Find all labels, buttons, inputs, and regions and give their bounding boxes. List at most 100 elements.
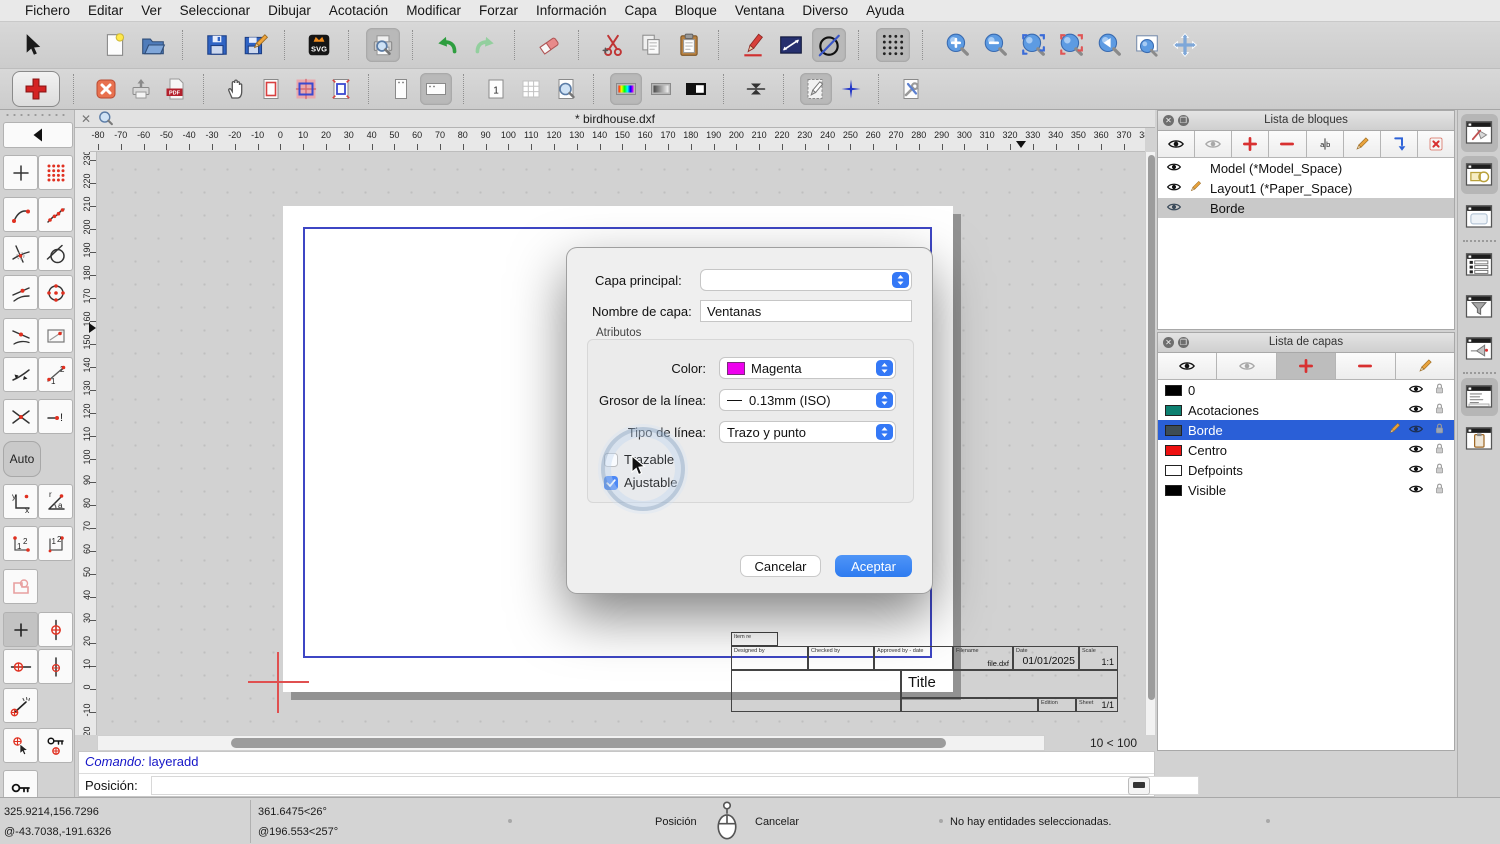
parent-layer-select[interactable]: [700, 269, 912, 291]
intersect-manual-button[interactable]: !: [38, 399, 73, 434]
page-landscape-button[interactable]: [420, 73, 452, 105]
zero-free-button[interactable]: [3, 612, 38, 647]
menu-dibujar[interactable]: Dibujar: [259, 3, 320, 18]
menu-información[interactable]: Información: [527, 3, 616, 18]
color-select[interactable]: Magenta: [719, 357, 896, 379]
eye-tool[interactable]: [1158, 131, 1196, 157]
horizontal-scrollbar-thumb[interactable]: [231, 738, 946, 748]
snap-tangent-button[interactable]: [38, 236, 73, 271]
zoom-in-button[interactable]: [940, 28, 974, 62]
plus-red-tool[interactable]: [1232, 131, 1270, 157]
abs-12-button[interactable]: 12: [38, 526, 73, 561]
add-plus-large-button[interactable]: [12, 71, 60, 107]
layer-panel-float-icon[interactable]: ❐: [1178, 336, 1189, 348]
select-shape-button[interactable]: [3, 569, 38, 604]
pan-button[interactable]: [1168, 28, 1202, 62]
snap-entity-button[interactable]: [38, 197, 73, 232]
measure-distance-button[interactable]: [774, 28, 808, 62]
minus-red-tool[interactable]: [1269, 131, 1307, 157]
layer-row[interactable]: Centro: [1158, 440, 1454, 460]
vertical-scrollbar-thumb[interactable]: [1147, 155, 1155, 700]
menu-bloque[interactable]: Bloque: [666, 3, 726, 18]
snap-center-button[interactable]: [38, 275, 73, 310]
layer-panel-close-icon[interactable]: ✕: [1163, 336, 1174, 348]
layer-lock-icon[interactable]: [1432, 441, 1447, 459]
block-panel-close-icon[interactable]: ✕: [1163, 114, 1174, 126]
layer-visibility-icon[interactable]: [1408, 481, 1424, 500]
coord-polar-button[interactable]: ra: [38, 484, 73, 519]
snap-middle-button[interactable]: [3, 318, 38, 353]
black-white-button[interactable]: [680, 73, 712, 105]
menu-ayuda[interactable]: Ayuda: [857, 3, 913, 18]
stepper-icon[interactable]: [892, 272, 909, 288]
paper-border-button[interactable]: [255, 73, 287, 105]
layer-row[interactable]: Visible: [1158, 480, 1454, 500]
snap-free-button[interactable]: [3, 155, 38, 190]
settings-tools-button[interactable]: [895, 73, 927, 105]
menu-diverso[interactable]: Diverso: [793, 3, 857, 18]
page-one-button[interactable]: 1: [480, 73, 512, 105]
snap-nearest-button[interactable]: [3, 275, 38, 310]
block-row[interactable]: Model (*Model_Space): [1158, 158, 1454, 178]
redo-button[interactable]: [468, 28, 502, 62]
zoom-page-button[interactable]: [550, 73, 582, 105]
grayscale-button[interactable]: [645, 73, 677, 105]
block-panel-float-icon[interactable]: ❐: [1178, 114, 1189, 126]
line-width-select[interactable]: 0.13mm (ISO): [719, 389, 896, 411]
layer-row[interactable]: Borde: [1158, 420, 1454, 440]
dock-blocks-button[interactable]: [1460, 114, 1498, 152]
coord-xy-button[interactable]: yx: [3, 484, 38, 519]
eye-gray-tool[interactable]: [1195, 131, 1233, 157]
plus-red-tool[interactable]: [1276, 353, 1337, 379]
menu-forzar[interactable]: Forzar: [470, 3, 527, 18]
palette-drag-handle[interactable]: [4, 113, 68, 117]
fit-page-button[interactable]: [325, 73, 357, 105]
layer-lock-icon[interactable]: [1432, 461, 1447, 479]
layer-row[interactable]: Acotaciones: [1158, 400, 1454, 420]
restrict-ortho-button[interactable]: [3, 357, 38, 392]
vertical-scrollbar[interactable]: [1145, 152, 1155, 735]
layer-lock-icon[interactable]: [1432, 481, 1447, 499]
paste-button[interactable]: [672, 28, 706, 62]
pan-hand-button[interactable]: [220, 73, 252, 105]
menu-modificar[interactable]: Modificar: [397, 3, 470, 18]
pointer-button[interactable]: [14, 28, 48, 62]
zoom-previous-button[interactable]: [1092, 28, 1126, 62]
zero-crosshair-button[interactable]: [38, 612, 73, 647]
block-row[interactable]: Borde: [1158, 198, 1454, 218]
eraser-button[interactable]: [532, 28, 566, 62]
layer-row[interactable]: Defpoints: [1158, 460, 1454, 480]
grid-table-button[interactable]: [515, 73, 547, 105]
line-type-select[interactable]: Trazo y punto: [719, 421, 896, 443]
auto-snap-button[interactable]: Auto: [3, 441, 41, 477]
dock-command-button[interactable]: [1460, 378, 1498, 416]
layer-name-input[interactable]: Ventanas: [700, 300, 912, 322]
color-spectrum-button[interactable]: [610, 73, 642, 105]
rename-ab-tool[interactable]: ab: [1307, 131, 1344, 157]
circle-line-button[interactable]: [812, 28, 846, 62]
menu-fichero[interactable]: Fichero: [16, 3, 79, 18]
layer-visibility-icon[interactable]: [1408, 401, 1424, 420]
dock-filter-button[interactable]: [1461, 288, 1498, 326]
lock-entity-button[interactable]: [38, 728, 73, 763]
snap-grid-button[interactable]: [38, 155, 73, 190]
zero-vert-button[interactable]: [38, 649, 73, 684]
undo-button[interactable]: [430, 28, 464, 62]
menu-ver[interactable]: Ver: [132, 3, 170, 18]
cut-button[interactable]: [596, 28, 630, 62]
print-export-button[interactable]: [125, 73, 157, 105]
cancel-button[interactable]: Cancelar: [740, 555, 821, 577]
draft-mode-button[interactable]: [800, 73, 832, 105]
restrict-12-button[interactable]: 12: [38, 357, 73, 392]
intersect-x-button[interactable]: [3, 399, 38, 434]
save-button[interactable]: [200, 28, 234, 62]
keyboard-toggle-button[interactable]: [1128, 777, 1150, 795]
block-row[interactable]: Layout1 (*Paper_Space): [1158, 178, 1454, 198]
back-button[interactable]: [3, 122, 73, 148]
new-document-button[interactable]: [98, 28, 132, 62]
layer-row[interactable]: 0: [1158, 380, 1454, 400]
svg-export-button[interactable]: SVG: [302, 28, 336, 62]
layer-visibility-icon[interactable]: [1408, 381, 1424, 400]
command-input-field[interactable]: [151, 776, 1199, 795]
paper-overlay-button[interactable]: [290, 73, 322, 105]
